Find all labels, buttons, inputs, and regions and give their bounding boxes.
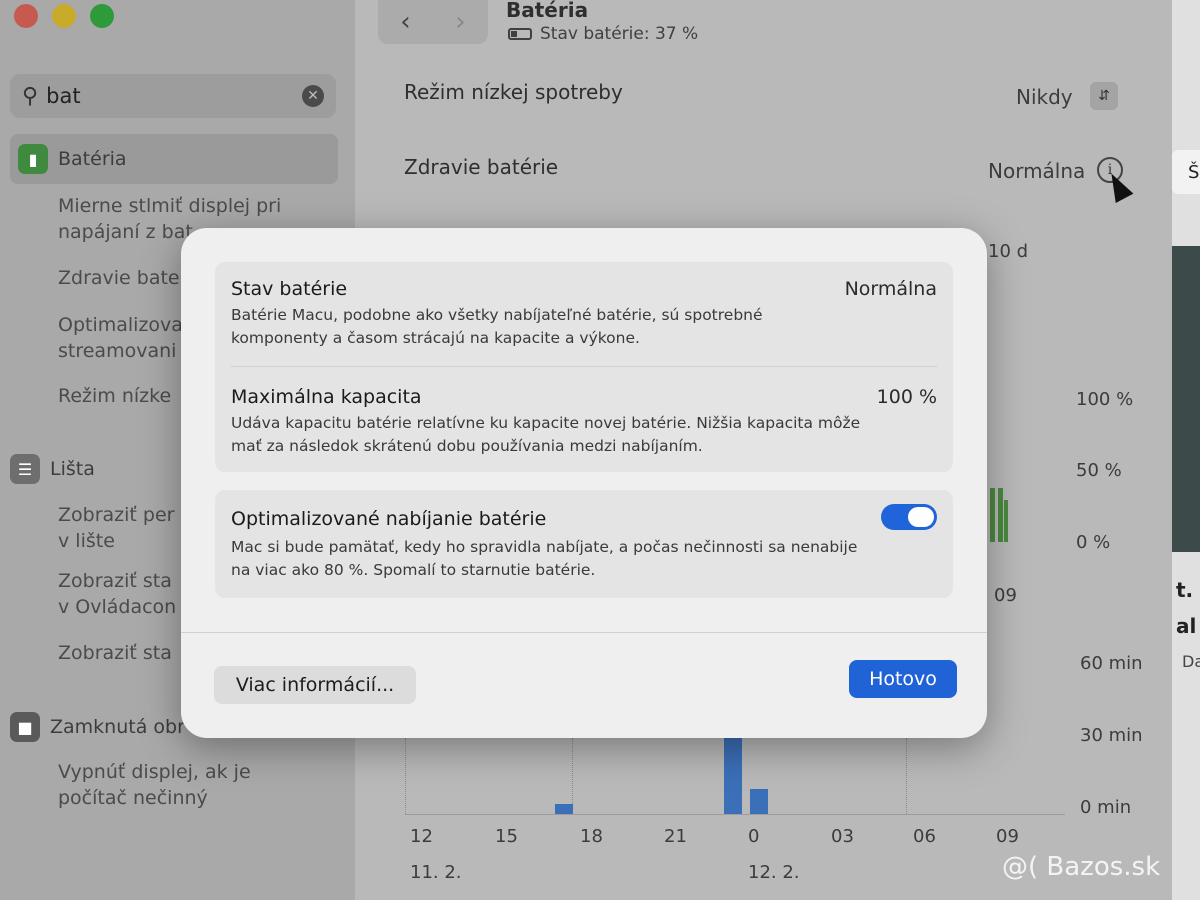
more-info-button[interactable]: Viac informácií... bbox=[214, 666, 416, 704]
battery-icon: ▮ bbox=[18, 144, 48, 174]
x-tick-label: 0 bbox=[748, 826, 760, 847]
date-label: 11. 2. bbox=[410, 862, 462, 883]
chart-gridline bbox=[906, 738, 907, 814]
battery-condition-desc: Batérie Macu, podobne ako všetky nabíjat… bbox=[231, 306, 763, 347]
y-tick-label: 30 min bbox=[1080, 725, 1143, 746]
partial-image bbox=[1172, 246, 1200, 552]
divider bbox=[231, 366, 937, 367]
battery-level-bar bbox=[1004, 500, 1008, 542]
chart-baseline bbox=[405, 814, 1065, 815]
search-input[interactable]: bat bbox=[46, 84, 302, 108]
usage-bar bbox=[555, 804, 573, 814]
low-power-label: Režim nízkej spotreby bbox=[404, 80, 623, 104]
adjacent-window: Š t. al Da bbox=[1172, 0, 1200, 900]
sidebar-item-label: Lišta bbox=[50, 458, 95, 480]
low-power-value[interactable]: Nikdy bbox=[1016, 85, 1073, 109]
watermark: @( Bazos.sk bbox=[1002, 852, 1161, 882]
battery-status: Stav batérie: 37 % bbox=[508, 24, 698, 44]
x-tick-label: 21 bbox=[664, 826, 687, 847]
y-tick-label: 60 min bbox=[1080, 653, 1143, 674]
sidebar-item-label: Zamknutá obr bbox=[50, 716, 185, 738]
battery-level-bar bbox=[998, 488, 1003, 542]
battery-health-label: Zdravie batérie bbox=[404, 155, 559, 179]
optimized-charging-desc: Mac si bude pamätať, kedy ho spravidla n… bbox=[231, 538, 858, 579]
x-tick-label: 18 bbox=[580, 826, 603, 847]
battery-status-text: Stav batérie: 37 % bbox=[540, 24, 699, 44]
forward-icon[interactable]: › bbox=[455, 7, 465, 37]
zoom-window-button[interactable] bbox=[90, 4, 114, 28]
max-capacity-value: 100 % bbox=[876, 386, 937, 408]
partial-button[interactable]: Š bbox=[1172, 150, 1200, 194]
x-tick-label: 15 bbox=[495, 826, 518, 847]
battery-health-dialog: Stav batérie Normálna Batérie Macu, podo… bbox=[181, 228, 987, 738]
partial-text: al bbox=[1176, 614, 1197, 638]
sidebar-subitem-show-control-center[interactable]: Zobraziť sta v Ovládacon bbox=[58, 568, 180, 620]
navigation-buttons: ‹ › bbox=[378, 0, 488, 44]
battery-condition-title: Stav batérie bbox=[231, 278, 348, 300]
sidebar-subitem-optimized-streaming[interactable]: Optimalizova streamovani bbox=[58, 312, 183, 364]
x-tick-label: 12 bbox=[410, 826, 433, 847]
max-capacity-title: Maximálna kapacita bbox=[231, 386, 422, 408]
date-label: 12. 2. bbox=[748, 862, 800, 883]
battery-health-value: Normálna bbox=[988, 159, 1086, 183]
sidebar-item-label: Batéria bbox=[58, 148, 127, 170]
menu-bar-icon: ☰ bbox=[10, 454, 40, 484]
search-icon: ⚲ bbox=[22, 83, 39, 109]
y-tick-label: 50 % bbox=[1076, 460, 1122, 481]
search-field[interactable]: ⚲ bat ✕ bbox=[10, 74, 336, 118]
optimized-charging-title: Optimalizované nabíjanie batérie bbox=[231, 508, 547, 530]
y-tick-label: 100 % bbox=[1076, 389, 1134, 410]
page-title: Batéria bbox=[506, 0, 589, 22]
partial-text: Da bbox=[1182, 652, 1200, 671]
x-tick-label: 09 bbox=[996, 826, 1019, 847]
tab-10-days[interactable]: 10 d bbox=[988, 241, 1028, 262]
x-tick-label: 06 bbox=[913, 826, 936, 847]
x-tick-label: 09 bbox=[994, 585, 1017, 606]
back-icon[interactable]: ‹ bbox=[400, 7, 410, 37]
battery-condition-value: Normálna bbox=[844, 278, 937, 300]
partial-text: t. bbox=[1176, 578, 1194, 602]
x-tick-label: 03 bbox=[831, 826, 854, 847]
y-tick-label: 0 min bbox=[1080, 797, 1132, 818]
footer-divider bbox=[181, 632, 987, 633]
done-button[interactable]: Hotovo bbox=[849, 660, 957, 698]
max-capacity-desc: Udáva kapacitu batérie relatívne ku kapa… bbox=[231, 414, 861, 455]
usage-bar bbox=[750, 789, 768, 814]
sidebar-item-bateria[interactable]: ▮ Batéria bbox=[10, 134, 338, 184]
chart-gridline bbox=[405, 738, 406, 814]
window-controls bbox=[14, 4, 114, 28]
clear-search-icon[interactable]: ✕ bbox=[302, 85, 324, 107]
minimize-window-button[interactable] bbox=[52, 4, 76, 28]
chart-gridline bbox=[572, 738, 573, 814]
optimized-charging-toggle[interactable] bbox=[881, 504, 937, 530]
y-tick-label: 0 % bbox=[1076, 532, 1111, 553]
battery-level-icon bbox=[508, 28, 532, 40]
close-window-button[interactable] bbox=[14, 4, 38, 28]
sidebar-subitem-turn-off-display[interactable]: Vypnúť displej, ak je počítač nečinný bbox=[58, 759, 288, 811]
optimized-charging-card: Optimalizované nabíjanie batérie Mac si … bbox=[215, 490, 953, 598]
info-card: Stav batérie Normálna Batérie Macu, podo… bbox=[215, 262, 953, 472]
sidebar-subitem-show-percent[interactable]: Zobraziť per v lište bbox=[58, 502, 180, 554]
chevron-updown-icon[interactable]: ⇵ bbox=[1090, 82, 1118, 110]
battery-level-bar bbox=[990, 488, 995, 542]
lock-icon: ■ bbox=[10, 712, 40, 742]
